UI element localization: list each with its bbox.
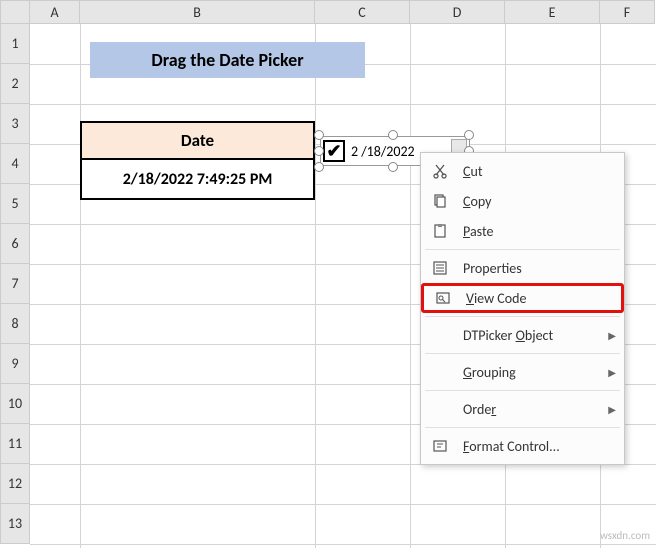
context-menu: Cut Copy Paste Properties View Code DTPi…: [420, 152, 625, 465]
cut-icon: [429, 160, 451, 182]
dtpicker-checkbox[interactable]: ✔: [323, 140, 345, 162]
copy-icon: [429, 190, 451, 212]
menu-separator: [425, 316, 620, 317]
resize-handle[interactable]: [388, 162, 398, 172]
menu-paste[interactable]: Paste: [421, 216, 624, 246]
blank-icon: [429, 324, 451, 346]
menu-format-control[interactable]: Format Control...: [421, 431, 624, 461]
row-header-13[interactable]: 13: [0, 504, 30, 544]
blank-icon: [429, 398, 451, 420]
menu-label: Copy: [463, 193, 600, 210]
menu-label: DTPicker Object: [463, 327, 600, 344]
menu-dtpicker-object[interactable]: DTPicker Object ▶: [421, 320, 624, 350]
menu-label: Cut: [463, 163, 600, 180]
row-header-12[interactable]: 12: [0, 464, 30, 504]
menu-label: View Code: [466, 290, 597, 307]
menu-view-code[interactable]: View Code: [421, 283, 624, 313]
resize-handle[interactable]: [314, 146, 324, 156]
menu-separator: [425, 427, 620, 428]
menu-label: Format Control...: [463, 438, 600, 455]
view-code-icon: [432, 287, 454, 309]
col-header-F[interactable]: F: [600, 0, 655, 24]
resize-handle[interactable]: [314, 162, 324, 172]
row-header-8[interactable]: 8: [0, 304, 30, 344]
row-header-3[interactable]: 3: [0, 104, 30, 144]
col-header-C[interactable]: C: [315, 0, 410, 24]
resize-handle[interactable]: [388, 130, 398, 140]
row-header-4[interactable]: 4: [0, 144, 30, 184]
menu-order[interactable]: Order ▶: [421, 394, 624, 424]
col-header-E[interactable]: E: [505, 0, 600, 24]
submenu-arrow-icon: ▶: [608, 403, 616, 416]
menu-cut[interactable]: Cut: [421, 156, 624, 186]
spreadsheet-grid: A B C D E F 1 2 3 4 5 6 7 8 9 10 11 12 1…: [0, 0, 656, 548]
table-header-date: Date: [80, 121, 315, 160]
row-header-10[interactable]: 10: [0, 384, 30, 424]
watermark: wsxdn.com: [600, 529, 650, 542]
menu-label: Paste: [463, 223, 600, 240]
row-header-6[interactable]: 6: [0, 224, 30, 264]
row-header-9[interactable]: 9: [0, 344, 30, 384]
paste-icon: [429, 220, 451, 242]
resize-handle[interactable]: [314, 130, 324, 140]
menu-label: Properties: [463, 260, 600, 277]
row-header-2[interactable]: 2: [0, 64, 30, 104]
col-header-A[interactable]: A: [30, 0, 80, 24]
menu-label: Order: [463, 401, 600, 418]
menu-separator: [425, 249, 620, 250]
menu-separator: [425, 390, 620, 391]
select-all-corner[interactable]: [0, 0, 30, 24]
menu-grouping[interactable]: Grouping ▶: [421, 357, 624, 387]
menu-properties[interactable]: Properties: [421, 253, 624, 283]
format-control-icon: [429, 435, 451, 457]
table-cell-date-value: 2/18/2022 7:49:25 PM: [80, 160, 315, 200]
col-header-B[interactable]: B: [80, 0, 315, 24]
col-header-D[interactable]: D: [410, 0, 505, 24]
row-header-5[interactable]: 5: [0, 184, 30, 224]
menu-copy[interactable]: Copy: [421, 186, 624, 216]
menu-separator: [425, 353, 620, 354]
dtpicker-value: 2 /18/2022: [351, 143, 415, 160]
row-header-7[interactable]: 7: [0, 264, 30, 304]
menu-label: Grouping: [463, 364, 600, 381]
row-header-11[interactable]: 11: [0, 424, 30, 464]
row-headers: 1 2 3 4 5 6 7 8 9 10 11 12 13: [0, 24, 30, 544]
resize-handle[interactable]: [464, 130, 474, 140]
row-header-1[interactable]: 1: [0, 24, 30, 64]
properties-icon: [429, 257, 451, 279]
submenu-arrow-icon: ▶: [608, 366, 616, 379]
blank-icon: [429, 361, 451, 383]
sheet-title: Drag the Date Picker: [90, 42, 365, 78]
column-headers: A B C D E F: [0, 0, 656, 24]
submenu-arrow-icon: ▶: [608, 329, 616, 342]
